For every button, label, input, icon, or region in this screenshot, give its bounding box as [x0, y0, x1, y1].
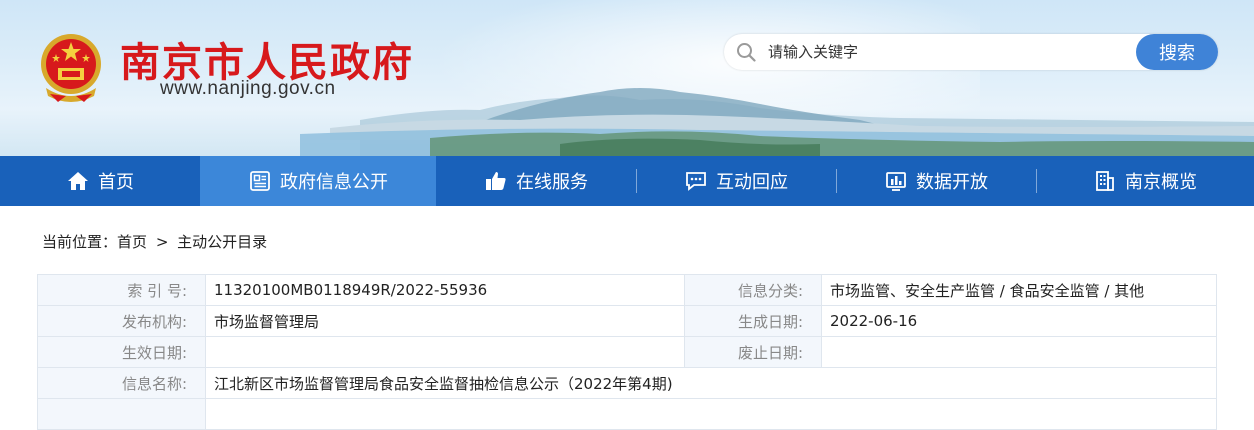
site-url: www.nanjing.gov.cn: [160, 78, 336, 99]
index-number-value: 11320100MB0118949R/2022-55936: [205, 274, 685, 306]
building-icon: [1096, 171, 1114, 191]
nav-item-nanjing-overview[interactable]: 南京概览: [1036, 156, 1254, 206]
breadcrumb-home-link[interactable]: 首页: [117, 231, 147, 252]
header-banner: 南京市人民政府 www.nanjing.gov.cn 搜索: [0, 0, 1254, 156]
national-emblem-logo: [41, 34, 101, 102]
table-row-cutoff: [205, 398, 1217, 430]
effective-date-value: [205, 336, 685, 368]
effective-date-label: 生效日期:: [37, 336, 206, 368]
nav-item-label: 南京概览: [1125, 172, 1197, 193]
table-row: 发布机构: 市场监督管理局 生成日期: 2022-06-16: [37, 305, 1217, 337]
index-number-label: 索 引 号:: [37, 274, 206, 306]
nav-item-open-data[interactable]: 数据开放: [836, 156, 1036, 206]
chart-icon: [886, 172, 906, 191]
nav-item-interaction[interactable]: 互动回应: [636, 156, 836, 206]
nav-divider: [636, 169, 637, 193]
nav-item-home[interactable]: 首页: [0, 156, 200, 206]
nav-item-label: 政府信息公开: [280, 172, 388, 193]
table-row: 信息名称: 江北新区市场监督管理局食品安全监督抽检信息公示（2022年第4期): [37, 367, 1217, 399]
publisher-label: 发布机构:: [37, 305, 206, 337]
table-row: [37, 398, 1217, 430]
home-icon: [68, 172, 88, 190]
expire-date-label: 废止日期:: [684, 336, 822, 368]
chat-icon: [686, 172, 706, 191]
table-row: 索 引 号: 11320100MB0118949R/2022-55936 信息分…: [37, 274, 1217, 306]
nav-item-label: 在线服务: [516, 172, 588, 193]
document-icon: [250, 171, 270, 191]
category-label: 信息分类:: [684, 274, 822, 306]
publisher-value: 市场监督管理局: [205, 305, 685, 337]
thumbs-up-icon: [486, 172, 506, 190]
nav-item-label: 首页: [98, 172, 134, 193]
search-icon: [737, 43, 756, 62]
breadcrumb: 当前位置：首页 > 主动公开目录: [42, 231, 267, 252]
nav-item-gov-info[interactable]: 政府信息公开: [200, 156, 436, 206]
category-value: 市场监管、安全生产监管 / 食品安全监管 / 其他: [821, 274, 1217, 306]
table-row-cutoff: [37, 398, 206, 430]
breadcrumb-current-link[interactable]: 主动公开目录: [177, 231, 267, 252]
nav-divider: [1036, 169, 1037, 193]
created-date-value: 2022-06-16: [821, 305, 1217, 337]
nav-divider: [836, 169, 837, 193]
breadcrumb-separator: >: [155, 233, 169, 251]
nav-item-label: 数据开放: [916, 172, 988, 193]
expire-date-value: [821, 336, 1217, 368]
created-date-label: 生成日期:: [684, 305, 822, 337]
info-metadata-table: 索 引 号: 11320100MB0118949R/2022-55936 信息分…: [37, 274, 1217, 430]
table-row: 生效日期: 废止日期:: [37, 336, 1217, 368]
info-name-label: 信息名称:: [37, 367, 206, 399]
main-nav: 首页 政府信息公开 在线服务 互动回应 数据开放 南京概览: [0, 156, 1254, 206]
nav-item-online-service[interactable]: 在线服务: [436, 156, 636, 206]
breadcrumb-prefix: 当前位置：: [42, 233, 118, 251]
nav-item-label: 互动回应: [716, 172, 788, 193]
search-input[interactable]: [768, 39, 1128, 65]
search-button[interactable]: 搜索: [1136, 34, 1218, 70]
search-box: 搜索: [724, 34, 1218, 70]
info-name-value: 江北新区市场监督管理局食品安全监督抽检信息公示（2022年第4期): [205, 367, 1217, 399]
